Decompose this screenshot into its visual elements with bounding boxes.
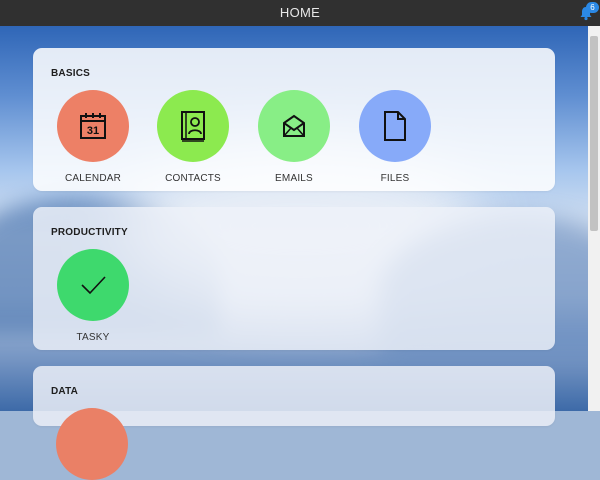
top-bar: HOME 6: [0, 0, 600, 26]
app-icon-circle[interactable]: 31: [57, 90, 129, 162]
calendar-icon: 31: [80, 113, 106, 139]
email-icon: [283, 114, 305, 137]
app-icon-circle[interactable]: [157, 90, 229, 162]
checkmark-icon: [81, 276, 106, 295]
app-contacts[interactable]: CONTACTS: [148, 90, 238, 184]
contacts-icon: [181, 111, 205, 142]
section-basics: BASICS 31 CALENDAR CONTACTS EMAILS FILES: [33, 48, 555, 191]
section-productivity: PRODUCTIVITY TASKY: [33, 207, 555, 350]
section-title: PRODUCTIVITY: [51, 227, 128, 238]
section-title: DATA: [51, 386, 79, 397]
scrollbar[interactable]: [588, 26, 600, 411]
app-label: TASKY: [76, 332, 110, 343]
section-data: DATA: [33, 366, 555, 480]
app-icon-circle[interactable]: [359, 90, 431, 162]
app-label: FILES: [380, 173, 410, 184]
section-title: BASICS: [51, 68, 90, 79]
app-files[interactable]: FILES: [350, 90, 440, 184]
app-calendar[interactable]: 31 CALENDAR: [48, 90, 138, 184]
file-icon: [384, 111, 406, 141]
scrollbar-thumb[interactable]: [590, 36, 598, 231]
app-icon-circle[interactable]: [56, 408, 128, 480]
app-icon-circle[interactable]: [258, 90, 330, 162]
app-label: CONTACTS: [165, 173, 221, 184]
app-icon-circle[interactable]: [57, 249, 129, 321]
svg-text:31: 31: [87, 125, 99, 137]
app-tasky[interactable]: TASKY: [48, 249, 138, 343]
app-label: CALENDAR: [64, 173, 122, 184]
page-title: HOME: [279, 5, 321, 20]
app-label: EMAILS: [275, 173, 313, 184]
app-emails[interactable]: EMAILS: [249, 90, 339, 184]
notification-badge: 6: [586, 2, 599, 13]
